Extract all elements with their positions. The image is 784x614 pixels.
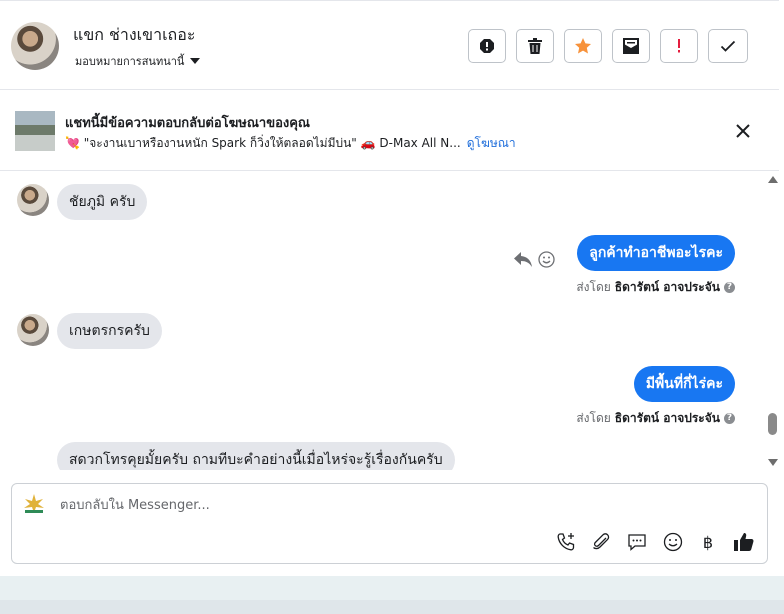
sent-by-info: ส่งโดย ธิดารัตน์ อาจประจัน ?: [576, 278, 735, 297]
assign-label: มอบหมายการสนทนานี้: [75, 55, 185, 68]
payment-icon: ฿: [702, 532, 714, 552]
sent-by-info: ส่งโดย ธิดารัตน์ อาจประจัน ?: [576, 409, 735, 428]
assign-conversation-dropdown[interactable]: มอบหมายการสนทนานี้: [75, 52, 201, 70]
scrollbar-thumb[interactable]: [768, 413, 777, 435]
saved-reply-icon: [628, 534, 646, 551]
add-call-icon: [557, 533, 575, 551]
payment-button[interactable]: ฿: [697, 531, 719, 553]
emoji-button[interactable]: [662, 531, 684, 553]
trash-icon: [528, 38, 542, 54]
mark-done-button[interactable]: [708, 29, 748, 63]
view-ad-link[interactable]: ดูโฆษณา: [467, 136, 516, 150]
emoji-icon: [663, 532, 683, 552]
ad-banner-text: 💘 "จะงานเบาหรืองานหนัก Spark ก็วิ่งให้ตล…: [65, 134, 516, 153]
mark-unread-icon: [623, 38, 639, 54]
os-taskbar: [0, 600, 784, 614]
mark-unread-button[interactable]: [612, 29, 650, 63]
incoming-message[interactable]: สดวกโทรคุยมั้ยครับ ถามทีบะคำอย่างนี้เมื่…: [57, 442, 455, 470]
add-call-button[interactable]: [555, 531, 577, 553]
ad-banner-title: แชทนี้มีข้อความตอบกลับต่อโฆษณาของคุณ: [65, 116, 310, 131]
mark-spam-button[interactable]: [468, 29, 506, 63]
ad-caption: 💘 "จะงานเบาหรืองานหนัก Spark ก็วิ่งให้ตล…: [65, 136, 461, 150]
page-logo: [24, 494, 44, 513]
sent-by-label: ส่งโดย: [576, 411, 611, 425]
outgoing-message[interactable]: มีพื้นที่กี่ไร่คะ: [633, 366, 735, 402]
like-button[interactable]: [733, 531, 755, 553]
follow-up-button[interactable]: [660, 29, 698, 63]
scroll-up-arrow-icon[interactable]: [768, 176, 778, 183]
reply-composer: ฿: [11, 483, 768, 564]
delete-button[interactable]: [516, 29, 554, 63]
follow-up-icon: [678, 39, 680, 53]
star-button[interactable]: [564, 29, 602, 63]
reply-input[interactable]: [58, 494, 562, 516]
sent-by-name: ธิดารัตน์ อาจประจัน: [614, 280, 720, 294]
incoming-message[interactable]: เกษตรกรครับ: [57, 313, 162, 349]
sent-by-label: ส่งโดย: [576, 280, 611, 294]
outgoing-message[interactable]: ลูกค้าทำอาชีพอะไรคะ: [577, 235, 735, 271]
thread-scrollbar[interactable]: [764, 172, 784, 470]
caret-down-icon: [190, 58, 201, 64]
help-icon[interactable]: ?: [724, 282, 735, 293]
reply-icon[interactable]: [513, 250, 533, 268]
spam-icon: [480, 39, 494, 53]
react-emoji-icon[interactable]: [538, 251, 555, 268]
attach-button[interactable]: [590, 531, 612, 553]
sender-avatar[interactable]: [17, 184, 49, 216]
help-icon[interactable]: ?: [724, 413, 735, 424]
scroll-down-arrow-icon[interactable]: [768, 459, 778, 466]
star-icon: [575, 38, 591, 54]
ad-reply-banner: แชทนี้มีข้อความตอบกลับต่อโฆษณาของคุณ 💘 "…: [0, 91, 779, 171]
like-icon: [734, 533, 754, 551]
attach-icon: [593, 533, 610, 550]
close-icon[interactable]: [735, 123, 751, 139]
sender-avatar[interactable]: [17, 314, 49, 346]
contact-avatar[interactable]: [11, 22, 59, 70]
saved-reply-button[interactable]: [626, 531, 648, 553]
incoming-message[interactable]: ชัยภูมิ ครับ: [57, 184, 148, 220]
done-icon: [720, 40, 736, 52]
message-thread[interactable]: ชัยภูมิ ครับ ลูกค้าทำอาชีพอะไรคะ ส่งโดย …: [0, 172, 764, 470]
ad-thumbnail[interactable]: [15, 111, 55, 151]
contact-name[interactable]: แขก ช่างเขาเถอะ: [73, 23, 195, 48]
sent-by-name: ธิดารัตน์ อาจประจัน: [614, 411, 720, 425]
conversation-header: แขก ช่างเขาเถอะ มอบหมายการสนทนานี้: [0, 0, 779, 90]
